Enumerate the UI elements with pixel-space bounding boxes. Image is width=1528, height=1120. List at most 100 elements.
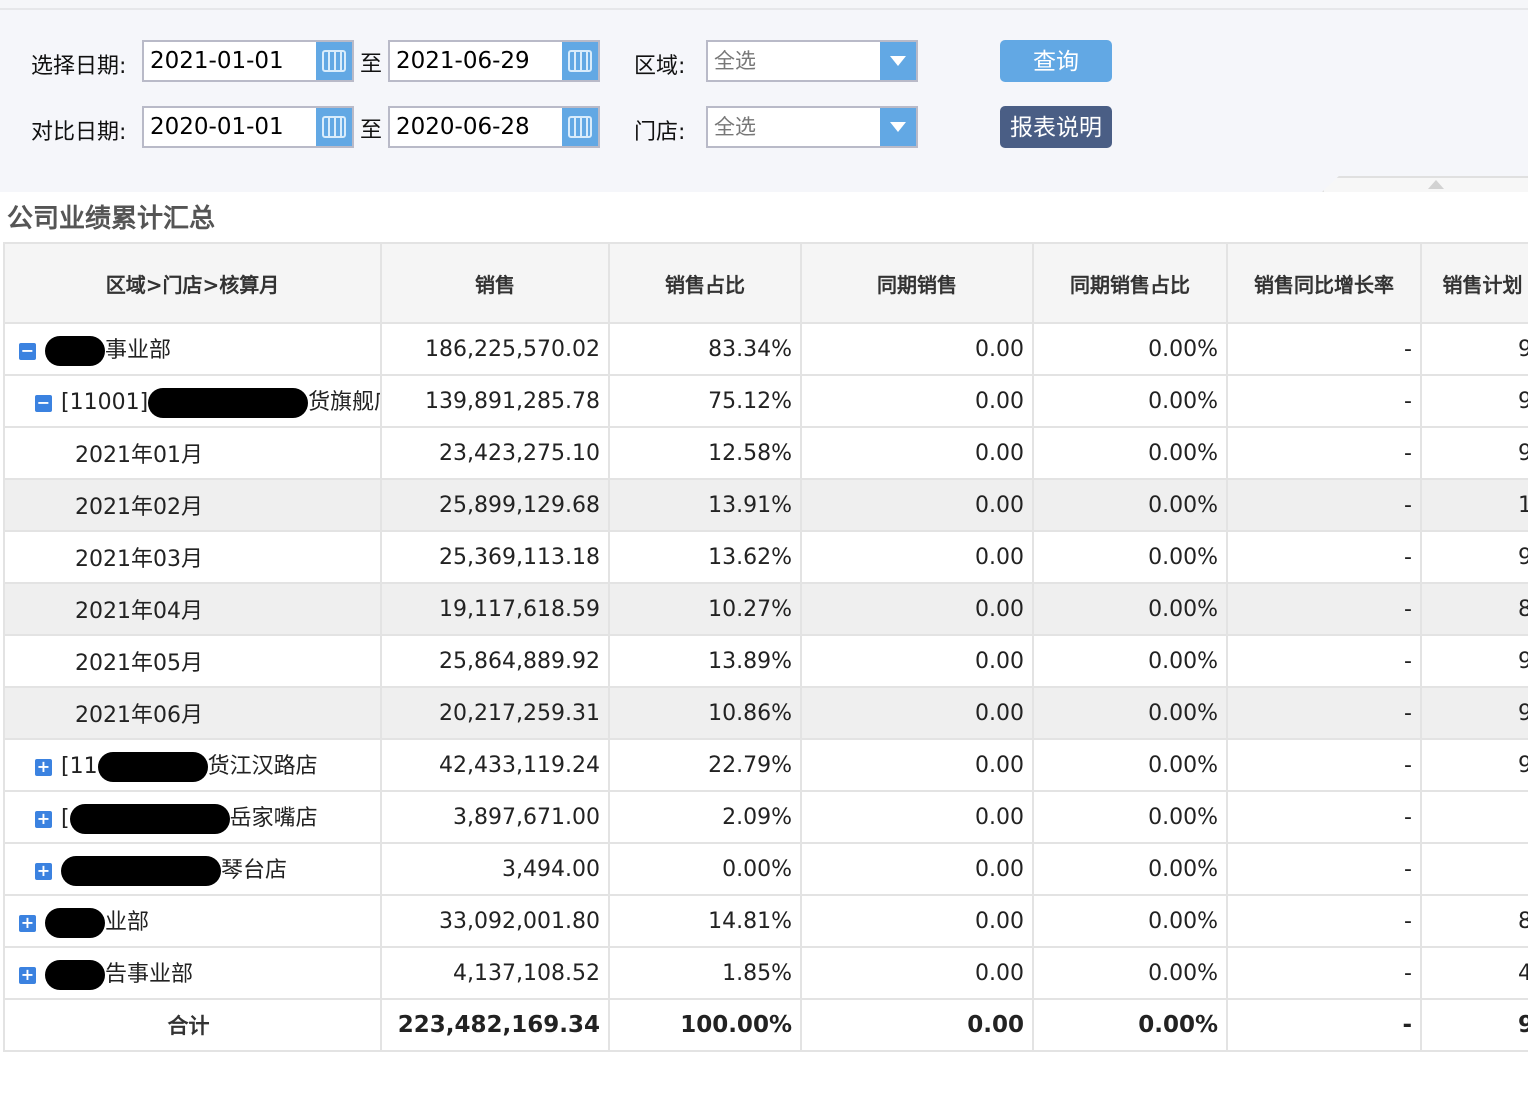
table-cell: - (1226, 322, 1422, 376)
row-name: 2021年01月 (3, 426, 382, 480)
table-cell: 9 (1420, 634, 1528, 688)
table-cell: 0.00% (1032, 478, 1228, 532)
table-row: + 告事业部 4,137,108.521.85%0.000.00%-4 (3, 946, 1528, 1000)
row-label-suffix: 琴台店 (221, 858, 288, 883)
table-cell: 0.00 (800, 634, 1034, 688)
calendar-icon[interactable] (562, 42, 598, 80)
table-cell: 83.34% (608, 322, 802, 376)
expand-icon[interactable]: + (35, 862, 52, 880)
table-cell: 22.79% (608, 738, 802, 792)
total-cell: 223,482,169.34 (380, 998, 610, 1052)
caret-up-icon (1428, 180, 1444, 189)
filter-panel (0, 10, 1528, 192)
compare-start-date-input[interactable]: 2020-01-01 (142, 106, 354, 148)
table-cell: 0.00 (800, 790, 1034, 844)
report-help-button[interactable]: 报表说明 (1000, 106, 1112, 148)
row-name: + 琴台店 (3, 842, 382, 896)
table-cell: - (1226, 738, 1422, 792)
table-cell: 139,891,285.78 (380, 374, 610, 428)
table-cell: 0.00 (800, 686, 1034, 740)
table-cell: 0.00 (800, 946, 1034, 1000)
table-row: −[11001] 货旗舰店139,891,285.7875.12%0.000.00… (3, 374, 1528, 428)
column-header[interactable]: 区域>门店>核算月 (3, 242, 382, 324)
region-select[interactable]: 全选 (706, 40, 918, 82)
table-cell: 3,897,671.00 (380, 790, 610, 844)
compare-date-label: 对比日期: (31, 120, 127, 145)
column-header[interactable]: 销售 (380, 242, 610, 324)
table-cell: - (1226, 842, 1422, 896)
total-cell: 9 (1420, 998, 1528, 1052)
collapse-filter-toggle[interactable] (1322, 176, 1528, 192)
chevron-down-icon[interactable] (880, 42, 916, 80)
redaction-mark (148, 388, 309, 418)
select-end-date-input[interactable]: 2021-06-29 (388, 40, 600, 82)
expand-icon[interactable]: + (35, 810, 52, 828)
date-value: 2021-06-29 (396, 48, 530, 74)
expand-icon[interactable]: + (19, 966, 36, 984)
calendar-icon[interactable] (562, 108, 598, 146)
store-select[interactable]: 全选 (706, 106, 918, 148)
table-cell: 0.00% (1032, 738, 1228, 792)
select-start-date-input[interactable]: 2021-01-01 (142, 40, 354, 82)
redaction-mark (69, 804, 230, 834)
table-cell: 14.81% (608, 894, 802, 948)
table-cell: - (1226, 634, 1422, 688)
table-row: 2021年05月 25,864,889.9213.89%0.000.00%-9 (3, 634, 1528, 688)
row-name: + 业部 (3, 894, 382, 948)
calendar-icon[interactable] (316, 108, 352, 146)
table-cell: 8 (1420, 582, 1528, 636)
row-label-suffix: 货旗舰店 (308, 390, 379, 415)
table-cell: 25,864,889.92 (380, 634, 610, 688)
column-header[interactable]: 同期销售占比 (1032, 242, 1228, 324)
column-header[interactable]: 销售占比 (608, 242, 802, 324)
row-name: + [岳家嘴店 (3, 790, 382, 844)
query-button[interactable]: 查询 (1000, 40, 1112, 82)
select-date-label: 选择日期: (31, 54, 127, 79)
table-cell: - (1226, 686, 1422, 740)
table-row: 2021年03月 25,369,113.1813.62%0.000.00%-9 (3, 530, 1528, 584)
table-cell: 0.00% (1032, 374, 1228, 428)
select-value: 全选 (714, 49, 756, 73)
collapse-icon[interactable]: − (19, 342, 36, 360)
column-header[interactable]: 同期销售 (800, 242, 1034, 324)
table-cell: 0.00 (800, 738, 1034, 792)
chevron-down-icon[interactable] (880, 108, 916, 146)
table-cell: 10.86% (608, 686, 802, 740)
summary-table: 区域>门店>核算月 销售 销售占比 同期销售 同期销售占比 销售同比增长率 销售计划 − 事业… (3, 242, 1528, 1052)
row-label-prefix: [11001] (61, 390, 149, 415)
table-cell: 0.00 (800, 582, 1034, 636)
table-row: 2021年02月 25,899,129.6813.91%0.000.00%-10 (3, 478, 1528, 532)
row-name: − 事业部 (3, 322, 382, 376)
row-name: 2021年02月 (3, 478, 382, 532)
redaction-mark (97, 752, 208, 782)
table-cell: - (1226, 790, 1422, 844)
column-header[interactable]: 销售计划 (1420, 242, 1528, 324)
collapse-icon[interactable]: − (35, 394, 52, 412)
redaction-mark (45, 960, 105, 990)
region-label: 区域: (634, 54, 686, 79)
expand-icon[interactable]: + (35, 758, 52, 776)
table-cell: 13.89% (608, 634, 802, 688)
table-cell: 4 (1420, 946, 1528, 1000)
total-label: 合计 (3, 998, 382, 1052)
table-cell: 19,117,618.59 (380, 582, 610, 636)
section-title: 公司业绩累计汇总 (7, 204, 216, 234)
expand-icon[interactable]: + (19, 914, 36, 932)
table-row: + [岳家嘴店 3,897,671.00 2.09% 0.00 0.00% - (3, 790, 1528, 844)
table-row: + 业部 33,092,001.8014.81%0.000.00%-8 (3, 894, 1528, 948)
table-cell: - (1226, 426, 1422, 480)
column-header[interactable]: 销售同比增长率 (1226, 242, 1422, 324)
table-cell: - (1226, 582, 1422, 636)
total-cell: 100.00% (608, 998, 802, 1052)
table-cell: 10.27% (608, 582, 802, 636)
compare-end-date-input[interactable]: 2020-06-28 (388, 106, 600, 148)
row-label-prefix: 2021年05月 (75, 651, 203, 676)
table-cell: - (1226, 374, 1422, 428)
date-value: 2021-01-01 (150, 48, 284, 74)
table-cell: 3,494.00 (380, 842, 610, 896)
row-label-prefix: 2021年02月 (75, 495, 203, 520)
table-row: − 事业部 186,225,570.0283.34%0.000.00%-9 (3, 322, 1528, 376)
calendar-icon[interactable] (316, 42, 352, 80)
table-cell: 13.91% (608, 478, 802, 532)
table-cell: 0.00% (1032, 530, 1228, 584)
